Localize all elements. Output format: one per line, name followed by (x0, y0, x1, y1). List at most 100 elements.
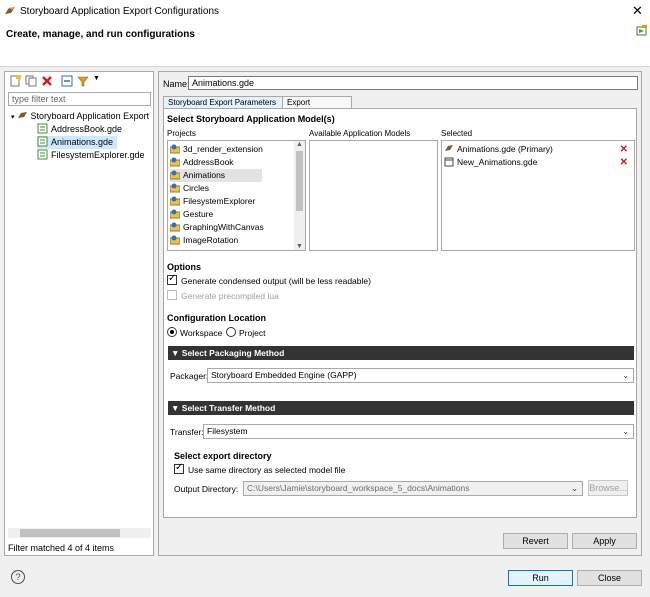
project-folder-icon (170, 209, 180, 219)
configuration-location-title: Configuration Location (167, 313, 266, 323)
list-item[interactable]: ImageRotation (170, 234, 238, 247)
close-button[interactable]: Close (577, 570, 642, 586)
new-configuration-icon[interactable] (9, 75, 21, 87)
banner-heading: Create, manage, and run configurations (6, 29, 195, 40)
tab-export-resources[interactable]: Export Resources (282, 96, 352, 116)
list-item[interactable]: 3d_render_extension (170, 143, 263, 156)
list-item[interactable]: GraphingWithCanvas (170, 221, 264, 234)
collapse-triangle-icon: ▼ (171, 403, 182, 413)
transfer-section-bar[interactable]: ▼ Select Transfer Method (168, 401, 634, 415)
tree-item-label: FilesystemExplorer.gde (51, 150, 145, 160)
tree-item-label: Animations.gde (51, 137, 114, 147)
duplicate-configuration-icon[interactable] (25, 75, 37, 87)
tree-item-label: Storyboard Application Export (30, 111, 150, 121)
scrollbar-thumb[interactable] (20, 529, 120, 537)
list-item[interactable]: New_Animations.gde ✕ (444, 156, 632, 169)
project-radio[interactable] (226, 327, 236, 337)
project-folder-icon (170, 183, 180, 193)
filter-status-text: Filter matched 4 of 4 items (8, 543, 115, 553)
storyboard-export-icon (17, 112, 27, 118)
scroll-down-icon[interactable]: ▼ (296, 243, 303, 250)
header-banner: Create, manage, and run configurations (0, 22, 650, 67)
output-directory-label: Output Directory: (174, 484, 239, 494)
window-titlebar: Storyboard Application Export Configurat… (0, 0, 650, 22)
list-item[interactable]: Circles (170, 182, 209, 195)
chevron-down-icon: ⌄ (622, 371, 629, 380)
options-title: Options (167, 262, 201, 272)
window-title: Storyboard Application Export Configurat… (20, 6, 220, 17)
filter-menu-chevron-down-icon[interactable]: ▼ (93, 75, 100, 82)
project-folder-icon (170, 222, 180, 232)
chevron-down-icon: ⌄ (571, 484, 578, 493)
tab-storyboard-export-parameters[interactable]: Storyboard Export Parameters (163, 96, 283, 108)
collapse-all-icon[interactable] (61, 75, 73, 87)
run-button[interactable]: Run (508, 570, 573, 586)
list-item[interactable]: FilesystemExplorer (170, 195, 255, 208)
apply-button[interactable]: Apply (572, 533, 637, 549)
configuration-editor-panel: Name: Animations.gde Storyboard Export P… (158, 71, 642, 556)
collapse-triangle-icon: ▼ (171, 348, 182, 358)
project-folder-icon (170, 196, 180, 206)
tree-horizontal-scrollbar[interactable] (8, 528, 151, 538)
gde-file-icon (37, 149, 48, 160)
packager-label: Packager: (170, 371, 209, 381)
expand-chevron-icon[interactable]: ▾ (11, 114, 15, 121)
tree-item-storyboard-export[interactable]: ▾ Storyboard Application Export (11, 110, 149, 123)
precompiled-lua-checkbox[interactable] (167, 290, 177, 300)
chevron-down-icon: ⌄ (622, 427, 629, 436)
tree-item-addressbook[interactable]: AddressBook.gde (37, 123, 122, 136)
project-label: Project (239, 328, 266, 338)
model-file-icon (444, 157, 454, 167)
tab-content: Select Storyboard Application Model(s) P… (163, 108, 637, 518)
list-item[interactable]: Gesture (170, 208, 213, 221)
revert-button[interactable]: Revert (503, 533, 568, 549)
transfer-select[interactable]: Filesystem ⌄ (203, 424, 634, 439)
gde-file-icon (37, 136, 48, 147)
list-item[interactable]: Animations.gde (Primary) ✕ (444, 143, 632, 156)
project-folder-icon (170, 144, 180, 154)
use-same-directory-label: Use same directory as selected model fil… (188, 465, 346, 475)
select-models-title: Select Storyboard Application Model(s) (167, 114, 335, 124)
precompiled-lua-label: Generate precompiled lua (181, 291, 279, 301)
projects-list[interactable]: 3d_render_extension AddressBook Animatio… (167, 140, 306, 251)
available-models-list[interactable] (309, 140, 438, 251)
tree-item-filesystemexplorer[interactable]: FilesystemExplorer.gde (37, 149, 145, 162)
scroll-up-icon[interactable]: ▲ (296, 141, 303, 148)
project-folder-icon (170, 170, 180, 180)
selected-models-list[interactable]: Animations.gde (Primary) ✕ New_Animation… (441, 140, 635, 251)
packager-select[interactable]: Storyboard Embedded Engine (GAPP) ⌄ (207, 368, 634, 383)
selected-column-label: Selected (441, 129, 473, 138)
scrollbar-thumb[interactable] (296, 151, 303, 211)
condensed-output-checkbox[interactable] (167, 273, 177, 285)
filter-icon[interactable] (77, 75, 89, 87)
list-item[interactable]: AddressBook (170, 156, 234, 169)
project-folder-icon (170, 235, 180, 245)
help-icon[interactable]: ? (11, 570, 25, 584)
delete-configuration-icon[interactable] (41, 75, 53, 87)
projects-column-label: Projects (167, 129, 196, 138)
use-same-directory-checkbox[interactable] (174, 462, 184, 474)
browse-button[interactable]: Browse... (588, 480, 628, 496)
remove-model-icon[interactable]: ✕ (620, 156, 628, 169)
workspace-radio[interactable] (167, 327, 177, 337)
name-label: Name: (163, 79, 190, 89)
configuration-tree-panel: ▼ type filter text ▾ Storyboard Applicati… (4, 71, 154, 556)
run-configuration-icon (636, 25, 647, 36)
window-close-icon[interactable]: ✕ (632, 3, 643, 19)
storyboard-app-icon (5, 7, 15, 14)
tree-item-animations[interactable]: Animations.gde (37, 136, 118, 149)
packaging-section-bar[interactable]: ▼ Select Packaging Method (168, 346, 634, 360)
condensed-output-label: Generate condensed output (will be less … (181, 276, 371, 286)
projects-vertical-scrollbar[interactable]: ▲ ▼ (294, 141, 305, 250)
primary-model-icon (445, 145, 453, 151)
workspace-label: Workspace (180, 328, 223, 338)
available-models-column-label: Available Application Models (309, 129, 411, 138)
project-folder-icon (170, 157, 180, 167)
gde-file-icon (37, 123, 48, 134)
remove-model-icon[interactable]: ✕ (620, 143, 628, 156)
tree-item-label: AddressBook.gde (51, 124, 123, 134)
list-item[interactable]: Animations (170, 169, 262, 182)
name-input[interactable]: Animations.gde (188, 76, 638, 90)
output-directory-combo[interactable]: C:\Users\Jamie\storyboard_workspace_5_do… (243, 481, 583, 496)
filter-input[interactable]: type filter text (8, 92, 151, 106)
